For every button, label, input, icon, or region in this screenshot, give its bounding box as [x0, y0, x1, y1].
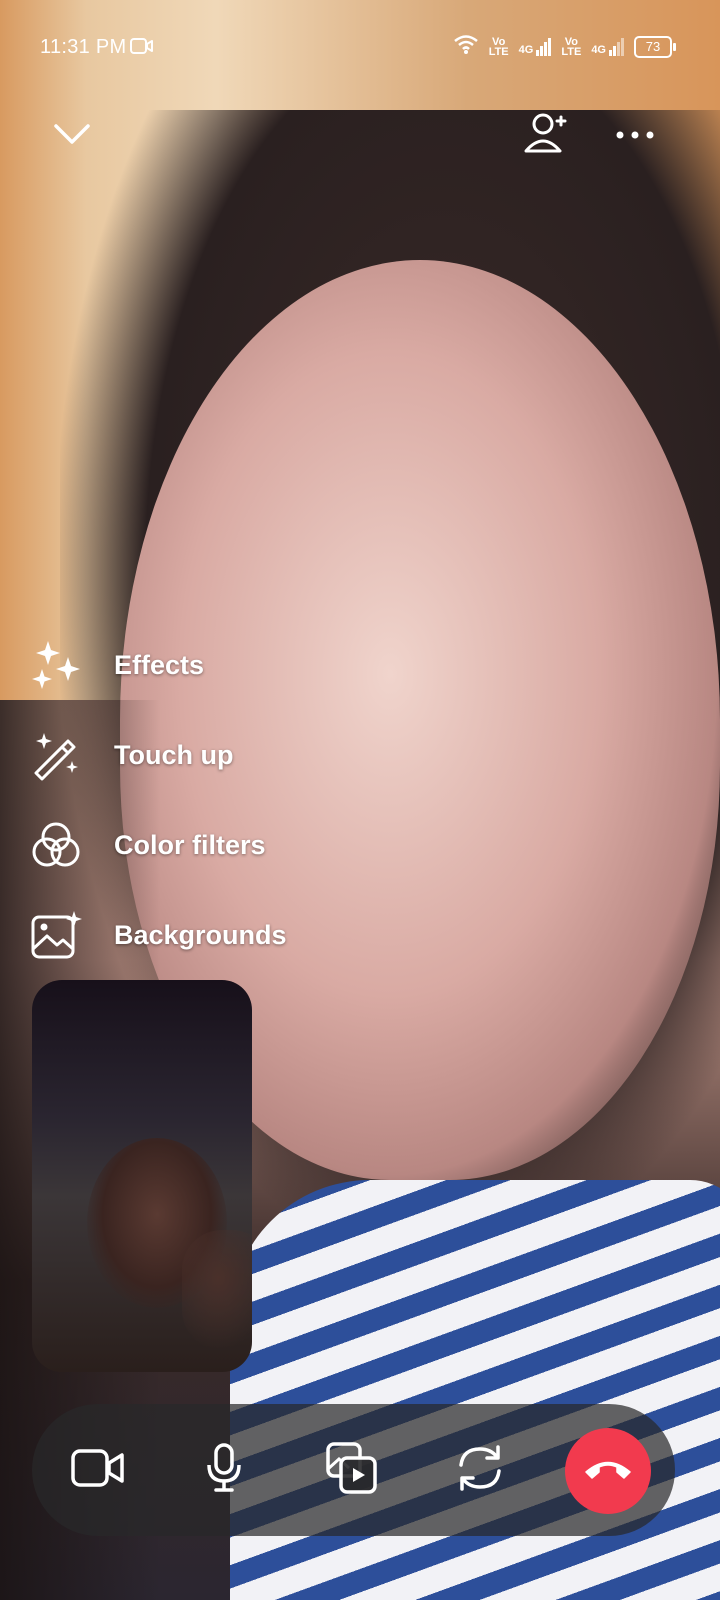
menu-item-label: Color filters: [114, 829, 266, 860]
flip-camera-icon: [453, 1441, 507, 1500]
menu-item-backgrounds[interactable]: Backgrounds: [30, 890, 287, 980]
sim2-volte-bottom: LTE: [561, 45, 582, 58]
wifi-icon: [453, 33, 479, 60]
sim2-network-type: 4G: [591, 43, 606, 56]
video-recording-icon: [130, 37, 154, 60]
share-media-button[interactable]: [322, 1440, 382, 1500]
call-controls-bar: [32, 1404, 675, 1536]
menu-item-label: Touch up: [114, 739, 234, 770]
battery-icon: 73: [634, 35, 676, 58]
menu-item-label: Backgrounds: [114, 919, 287, 950]
microphone-icon: [204, 1442, 244, 1498]
self-view-video[interactable]: [32, 980, 252, 1372]
camera-toggle-button[interactable]: [68, 1440, 128, 1500]
sparkles-icon: [30, 639, 82, 691]
menu-item-effects[interactable]: Effects: [30, 620, 287, 710]
effects-menu: Effects Touch up Color filters Backgroun…: [30, 620, 287, 980]
battery-level: 73: [645, 39, 661, 54]
status-bar: 11:31 PM Vo LTE 4G Vo LTE 4G 73: [0, 0, 720, 90]
signal-icon: 4G: [518, 37, 552, 56]
menu-item-touch-up[interactable]: Touch up: [30, 710, 287, 800]
sim1-network-type: 4G: [518, 43, 534, 56]
color-filters-icon: [30, 819, 82, 871]
end-call-icon: [583, 1457, 633, 1486]
magic-wand-icon: [30, 729, 82, 781]
minimize-call-button[interactable]: [42, 108, 102, 164]
menu-item-color-filters[interactable]: Color filters: [30, 800, 287, 890]
sim2-volte-top: Vo: [564, 35, 578, 48]
sim1-volte: Vo LTE: [488, 35, 509, 58]
menu-item-label: Effects: [114, 649, 205, 680]
status-indicators: Vo LTE 4G Vo LTE 4G 73: [453, 33, 676, 60]
video-call-screen: 11:31 PM Vo LTE 4G Vo LTE 4G 73 Effects …: [0, 0, 720, 1600]
flip-camera-button[interactable]: [450, 1440, 510, 1500]
more-options-icon: [615, 127, 655, 145]
more-options-button[interactable]: [605, 108, 665, 164]
remote-video-shirt: [230, 1180, 720, 1600]
chevron-down-icon: [52, 121, 92, 152]
sim2-volte: Vo LTE: [561, 35, 582, 58]
add-person-icon: [521, 111, 569, 162]
background-image-icon: [30, 909, 82, 961]
status-time: 11:31 PM: [40, 36, 127, 58]
microphone-toggle-button[interactable]: [194, 1440, 254, 1500]
media-share-icon: [325, 1441, 379, 1500]
add-people-button[interactable]: [515, 108, 575, 164]
signal-icon-sim2: 4G: [591, 37, 624, 56]
sim1-volte-bottom: LTE: [488, 45, 509, 58]
camera-icon: [71, 1448, 125, 1493]
sim1-volte-top: Vo: [492, 35, 506, 48]
self-view-hand: [182, 1230, 252, 1350]
end-call-button[interactable]: [565, 1428, 651, 1514]
